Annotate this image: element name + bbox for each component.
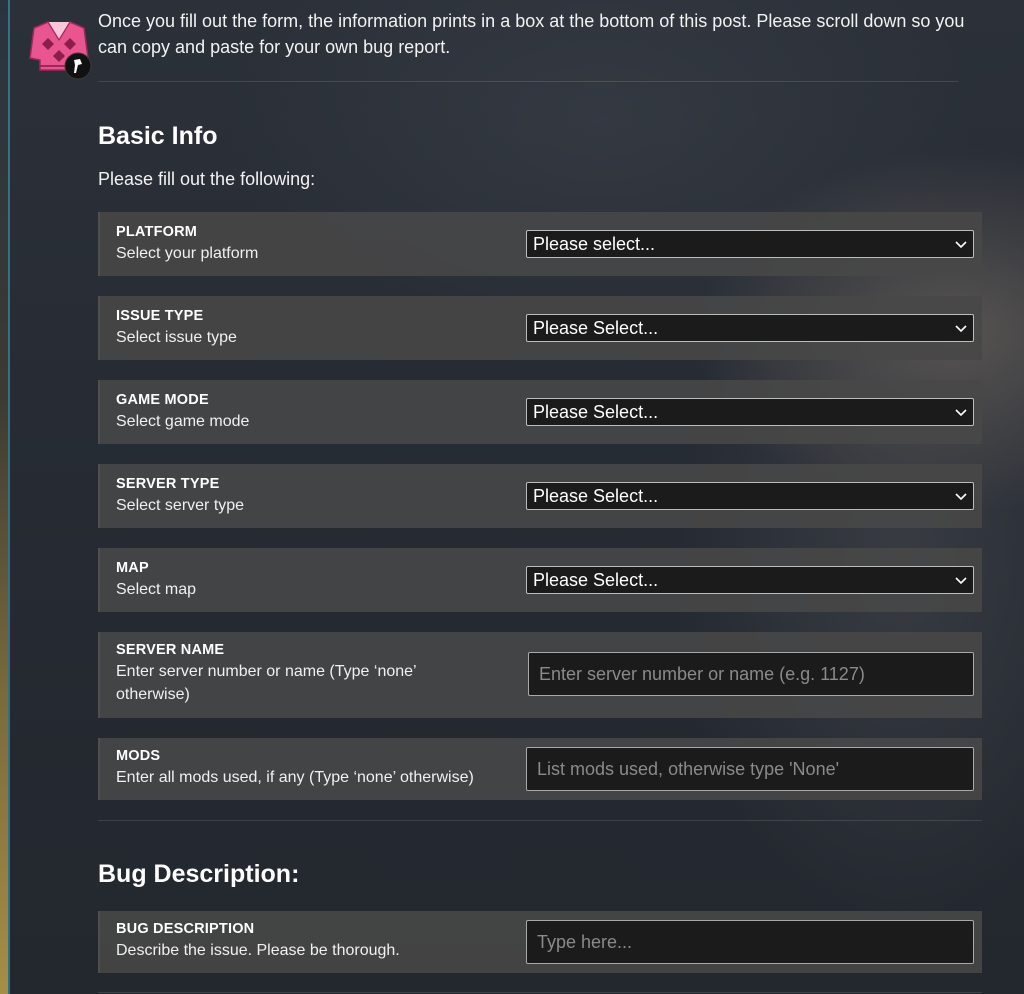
platform-label-group: PLATFORM Select your platform — [116, 222, 516, 265]
bug-description-input[interactable]: Type here... — [526, 920, 974, 964]
issue-type-label-group: ISSUE TYPE Select issue type — [116, 306, 516, 349]
server-name-input[interactable]: Enter server number or name (e.g. 1127) — [528, 652, 974, 696]
chevron-down-icon — [955, 241, 967, 249]
basic-info-subheading: Please fill out the following: — [98, 169, 316, 189]
server-type-field: SERVER TYPE Select server type Please Se… — [98, 464, 982, 528]
issue-type-select[interactable]: Please Select... — [526, 314, 974, 342]
game-mode-description: Select game mode — [116, 413, 250, 430]
server-name-title: SERVER NAME — [116, 642, 225, 658]
bug-description-label-group: BUG DESCRIPTION Describe the issue. Plea… — [116, 919, 516, 962]
server-name-description: Enter server number or name (Type ‘none’… — [116, 663, 416, 703]
map-select[interactable]: Please Select... — [526, 566, 974, 594]
server-name-field: SERVER NAME Enter server number or name … — [98, 632, 982, 718]
bug-description-field: BUG DESCRIPTION Describe the issue. Plea… — [98, 911, 982, 973]
game-mode-select[interactable]: Please Select... — [526, 398, 974, 426]
bug-description-placeholder: Type here... — [537, 932, 633, 952]
map-field: MAP Select map Please Select... — [98, 548, 982, 612]
game-mode-field: GAME MODE Select game mode Please Select… — [98, 380, 982, 444]
server-type-description: Select server type — [116, 497, 245, 514]
mods-input[interactable]: List mods used, otherwise type 'None' — [526, 747, 974, 791]
issue-type-title: ISSUE TYPE — [116, 308, 204, 324]
map-select-value: Please Select... — [533, 570, 659, 590]
section-divider — [98, 820, 982, 821]
bug-description-text: Describe the issue. Please be thorough. — [116, 942, 400, 959]
server-type-title: SERVER TYPE — [116, 476, 220, 492]
bug-description-heading: Bug Description: — [98, 860, 300, 888]
mods-label-group: MODS Enter all mods used, if any (Type ‘… — [116, 746, 516, 789]
game-mode-select-value: Please Select... — [533, 402, 659, 422]
map-title: MAP — [116, 560, 149, 576]
intro-divider — [98, 81, 958, 82]
user-avatar[interactable] — [26, 18, 92, 80]
intro-text: Once you fill out the form, the informat… — [98, 11, 965, 57]
chevron-down-icon — [955, 577, 967, 585]
bottom-divider — [98, 992, 982, 993]
server-type-select[interactable]: Please Select... — [526, 482, 974, 510]
server-type-select-value: Please Select... — [533, 486, 659, 506]
basic-info-heading: Basic Info — [98, 122, 218, 150]
server-name-placeholder: Enter server number or name (e.g. 1127) — [539, 664, 865, 684]
chevron-down-icon — [955, 493, 967, 501]
background-edge — [0, 0, 8, 994]
mods-description: Enter all mods used, if any (Type ‘none’… — [116, 769, 474, 786]
game-mode-label-group: GAME MODE Select game mode — [116, 390, 516, 433]
server-type-label-group: SERVER TYPE Select server type — [116, 474, 516, 517]
chevron-down-icon — [955, 409, 967, 417]
platform-select[interactable]: Please select... — [526, 230, 974, 258]
server-name-label-group: SERVER NAME Enter server number or name … — [116, 640, 456, 706]
mods-placeholder: List mods used, otherwise type 'None' — [537, 759, 840, 779]
platform-description: Select your platform — [116, 245, 259, 262]
issue-type-select-value: Please Select... — [533, 318, 659, 338]
mods-title: MODS — [116, 748, 161, 764]
platform-select-value: Please select... — [533, 234, 656, 254]
torch-badge-icon — [64, 52, 92, 80]
platform-field: PLATFORM Select your platform Please sel… — [98, 212, 982, 276]
issue-type-field: ISSUE TYPE Select issue type Please Sele… — [98, 296, 982, 360]
chevron-down-icon — [955, 325, 967, 333]
platform-title: PLATFORM — [116, 224, 198, 240]
background-edge-line — [8, 0, 10, 994]
bug-description-title: BUG DESCRIPTION — [116, 921, 255, 937]
game-mode-title: GAME MODE — [116, 392, 209, 408]
mods-field: MODS Enter all mods used, if any (Type ‘… — [98, 738, 982, 800]
map-label-group: MAP Select map — [116, 558, 516, 601]
map-description: Select map — [116, 581, 197, 598]
issue-type-description: Select issue type — [116, 329, 237, 346]
